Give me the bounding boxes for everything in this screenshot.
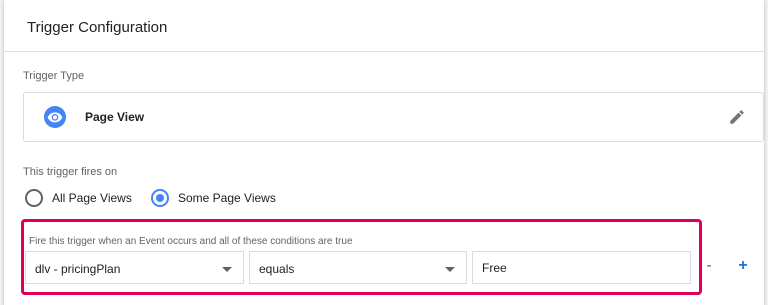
radio-all-page-views[interactable]: All Page Views [25, 188, 132, 208]
variable-select[interactable]: dlv - pricingPlan [25, 251, 244, 284]
operator-select-value: equals [259, 262, 295, 276]
condition-value-input[interactable] [472, 251, 691, 284]
title-divider [4, 51, 764, 52]
radio-button-unchecked[interactable] [25, 189, 43, 207]
remove-condition-button[interactable]: - [701, 258, 717, 275]
add-condition-button[interactable]: + [735, 258, 751, 275]
radio-button-checked[interactable] [151, 189, 169, 207]
card-title: Trigger Configuration [27, 19, 168, 36]
trigger-type-box[interactable]: Page View [23, 92, 764, 142]
trigger-type-name: Page View [85, 110, 145, 124]
pencil-icon[interactable] [728, 108, 746, 131]
chevron-down-icon [222, 267, 232, 272]
eye-icon [44, 106, 66, 128]
trigger-type-label: Trigger Type [23, 70, 85, 82]
radio-label: All Page Views [52, 191, 132, 205]
radio-some-page-views[interactable]: Some Page Views [151, 188, 276, 208]
chevron-down-icon [445, 267, 455, 272]
variable-select-value: dlv - pricingPlan [35, 262, 121, 276]
fires-on-label: This trigger fires on [23, 166, 118, 178]
radio-label: Some Page Views [178, 191, 276, 205]
conditions-label: Fire this trigger when an Event occurs a… [29, 236, 353, 247]
operator-select[interactable]: equals [249, 251, 467, 284]
